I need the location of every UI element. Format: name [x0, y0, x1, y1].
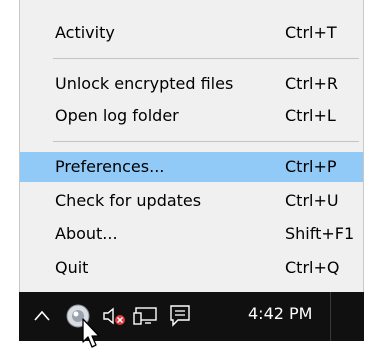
- show-desktop-divider: [330, 292, 331, 341]
- taskbar-clock[interactable]: 4:42 PM: [248, 304, 312, 323]
- menu-item-check-for-updates[interactable]: Check for updates Ctrl+U: [20, 186, 363, 216]
- menu-item-about[interactable]: About... Shift+F1: [20, 219, 363, 249]
- menu-item-quit[interactable]: Quit Ctrl+Q: [20, 253, 363, 283]
- context-menu: Activity Ctrl+T Unlock encrypted files C…: [19, 0, 364, 292]
- taskbar: 4:42 PM: [19, 292, 364, 341]
- menu-item-label: Unlock encrypted files: [55, 74, 234, 93]
- menu-item-shortcut: Ctrl+P: [285, 157, 337, 176]
- mouse-cursor-icon: [82, 318, 102, 354]
- menu-item-label: Quit: [55, 258, 89, 277]
- menu-separator: [53, 141, 359, 142]
- menu-item-label: Activity: [55, 23, 115, 42]
- menu-item-preferences[interactable]: Preferences... Ctrl+P: [20, 152, 363, 182]
- menu-item-activity[interactable]: Activity Ctrl+T: [20, 18, 363, 48]
- menu-item-shortcut: Ctrl+L: [285, 106, 336, 125]
- menu-item-label: Check for updates: [55, 191, 202, 210]
- action-center-icon[interactable]: [168, 303, 192, 333]
- menu-item-label: About...: [55, 224, 118, 243]
- menu-separator: [53, 58, 359, 59]
- menu-item-shortcut: Ctrl+R: [285, 74, 338, 93]
- menu-item-label: Open log folder: [55, 106, 179, 125]
- menu-item-label: Preferences...: [55, 157, 165, 176]
- menu-item-shortcut: Ctrl+Q: [285, 258, 340, 277]
- speaker-muted-icon[interactable]: [101, 305, 127, 333]
- menu-item-shortcut: Ctrl+T: [285, 23, 337, 42]
- menu-item-shortcut: Ctrl+U: [285, 191, 339, 210]
- chevron-up-icon[interactable]: [33, 308, 51, 327]
- network-icon[interactable]: [133, 304, 159, 332]
- menu-item-shortcut: Shift+F1: [285, 224, 355, 243]
- menu-item-open-log-folder[interactable]: Open log folder Ctrl+L: [20, 101, 363, 131]
- menu-item-unlock-encrypted-files[interactable]: Unlock encrypted files Ctrl+R: [20, 69, 363, 99]
